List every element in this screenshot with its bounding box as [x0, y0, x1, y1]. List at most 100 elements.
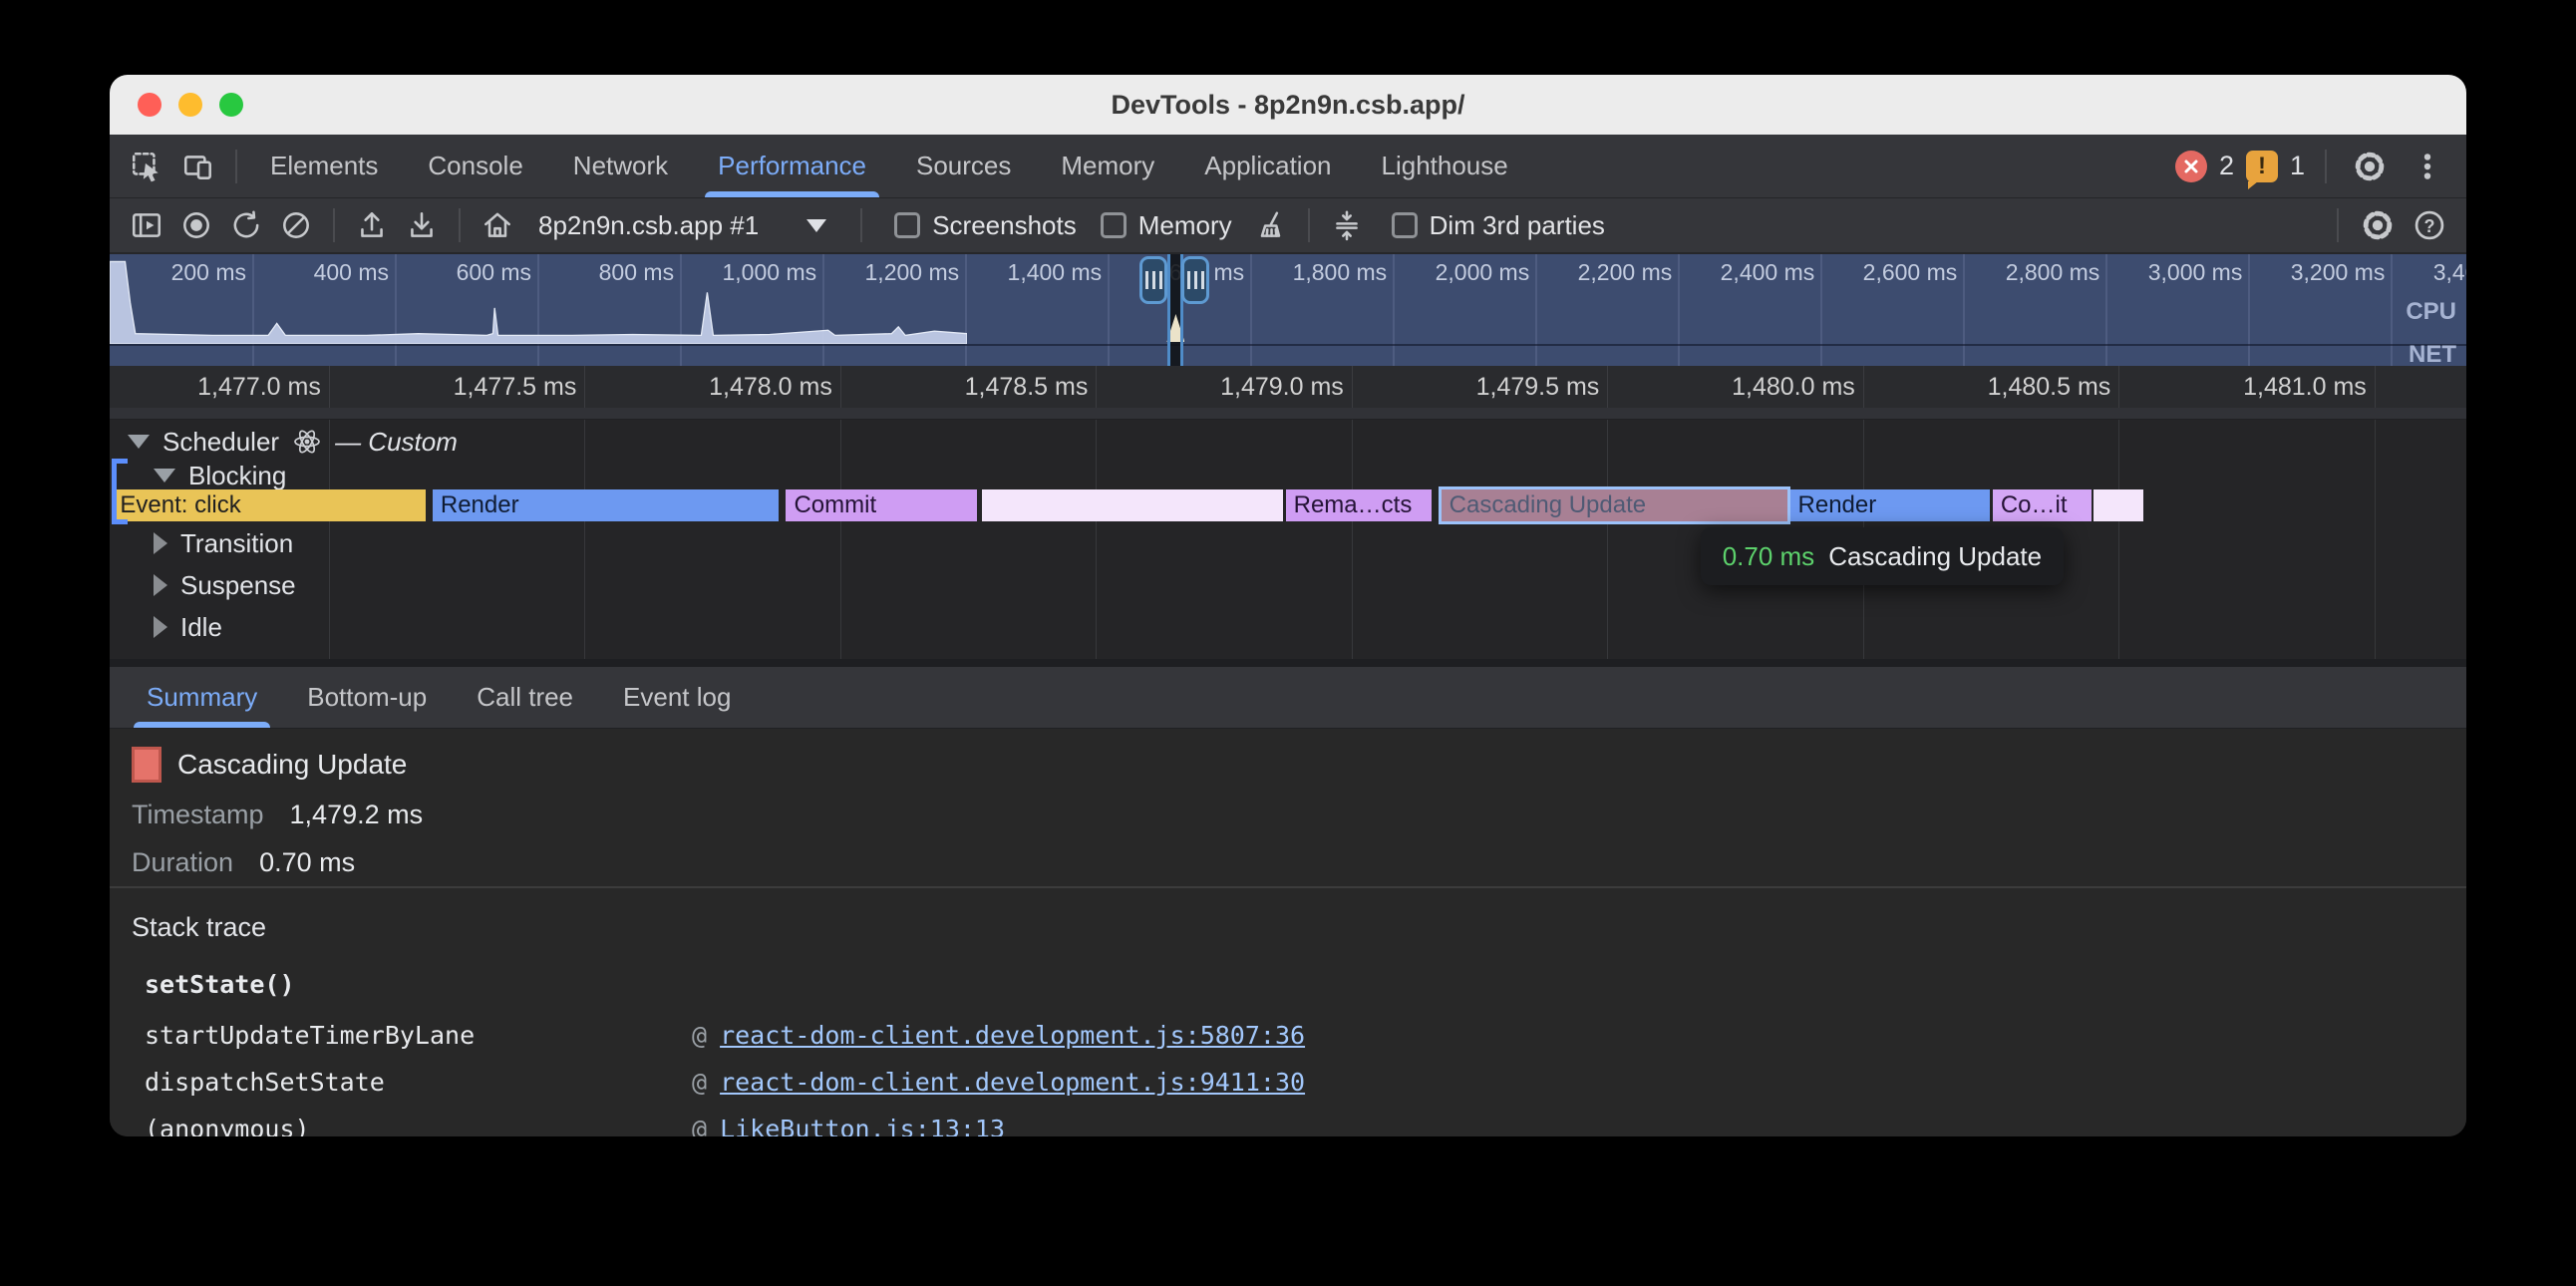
stack-frame-at: @ — [692, 1115, 707, 1136]
source-location-link[interactable]: LikeButton.js:13:13 — [720, 1115, 1005, 1136]
flame-bar-item[interactable] — [982, 489, 1284, 521]
track-suspense[interactable]: Suspense — [154, 568, 296, 602]
dim-3rd-parties-toggle[interactable]: Dim 3rd parties — [1392, 210, 1605, 241]
stack-frame-dispatchsetstate: dispatchSetState@react-dom-client.develo… — [132, 1068, 2466, 1098]
memory-checkbox[interactable] — [1101, 212, 1127, 238]
tab-label: Sources — [916, 151, 1011, 181]
summary-row-label: Timestamp — [132, 800, 264, 830]
minimap-tick-label: 2,800 ms — [1940, 259, 2099, 286]
issues-badge[interactable]: ! — [2246, 151, 2278, 182]
tab-memory[interactable]: Memory — [1036, 135, 1179, 197]
flame-bar-render[interactable]: Render — [1790, 489, 1991, 521]
live-metrics-button[interactable] — [477, 205, 518, 245]
flame-bar-item[interactable] — [2093, 489, 2143, 521]
issues-count: 1 — [2290, 151, 2305, 181]
flame-gridline — [2375, 420, 2376, 659]
help-icon: ? — [2412, 207, 2447, 243]
stack-frame-at: @ — [692, 1021, 707, 1051]
tab-elements[interactable]: Elements — [245, 135, 403, 197]
selection-left-handle[interactable] — [1139, 256, 1167, 304]
event-tooltip: 0.70 ms Cascading Update — [1701, 527, 2064, 585]
flame-bar-cascading-update[interactable]: Cascading Update — [1442, 489, 1788, 521]
dim-3rd-parties-checkbox[interactable] — [1392, 212, 1418, 238]
ruler-tick — [1352, 366, 1353, 408]
summary-row-label: Duration — [132, 847, 233, 878]
tab-label: Lighthouse — [1382, 151, 1508, 181]
timeline-overview[interactable]: CPU NET 200 ms400 ms600 ms800 ms1,000 ms… — [110, 254, 2466, 366]
save-profile-button[interactable] — [401, 205, 443, 245]
collapse-triangle-icon[interactable] — [154, 532, 167, 554]
settings-button[interactable] — [2347, 144, 2393, 189]
close-window-button[interactable] — [138, 93, 161, 117]
screenshots-checkbox[interactable] — [894, 212, 920, 238]
tab-summary[interactable]: Summary — [122, 667, 282, 728]
chevron-down-icon[interactable] — [806, 219, 826, 232]
flame-bar-co-it[interactable]: Co…it — [1993, 489, 2092, 521]
stack-frame-anonymous: (anonymous)@LikeButton.js:13:13 — [132, 1115, 2466, 1136]
screenshots-toggle[interactable]: Screenshots — [894, 210, 1077, 241]
toggle-device-toolbar-button[interactable] — [175, 144, 221, 189]
tab-network[interactable]: Network — [548, 135, 693, 197]
reload-icon — [229, 208, 263, 242]
load-profile-button[interactable] — [351, 205, 393, 245]
source-location-link[interactable]: react-dom-client.development.js:9411:30 — [720, 1068, 1305, 1098]
gear-icon — [2360, 207, 2396, 243]
stack-frame-at: @ — [692, 1068, 707, 1098]
tab-call-tree[interactable]: Call tree — [452, 667, 598, 728]
track-transition[interactable]: Transition — [154, 526, 293, 560]
flame-bar-label: Rema…cts — [1294, 491, 1413, 518]
flame-gridline — [840, 420, 841, 659]
clear-button[interactable] — [275, 205, 317, 245]
flame-chart[interactable]: Scheduler — Custom Blocking Event: click… — [110, 420, 2466, 659]
flame-bar-commit[interactable]: Commit — [786, 489, 976, 521]
minimize-window-button[interactable] — [178, 93, 202, 117]
flame-bar-label: Render — [441, 491, 519, 518]
divider — [860, 208, 862, 242]
stack-frame-startupdatetimerbylane: startUpdateTimerByLane@react-dom-client.… — [132, 1021, 2466, 1051]
home-icon — [481, 208, 514, 242]
collect-garbage-button[interactable] — [1250, 205, 1292, 245]
track-idle[interactable]: Idle — [154, 610, 222, 644]
divider — [459, 208, 461, 242]
tab-console[interactable]: Console — [403, 135, 547, 197]
flame-bar-rema-cts[interactable]: Rema…cts — [1286, 489, 1433, 521]
divider — [2337, 208, 2339, 242]
more-options-button[interactable] — [2405, 144, 2450, 189]
zoom-window-button[interactable] — [219, 93, 243, 117]
record-and-reload-button[interactable] — [225, 205, 267, 245]
flame-bar-render[interactable]: Render — [433, 489, 780, 521]
collapse-triangle-icon[interactable] — [154, 574, 167, 596]
record-button[interactable] — [175, 205, 217, 245]
inspect-element-button[interactable] — [124, 144, 169, 189]
tab-sources[interactable]: Sources — [891, 135, 1036, 197]
dim-3rd-parties-label: Dim 3rd parties — [1430, 210, 1605, 241]
target-selector[interactable]: 8p2n9n.csb.app #1 — [538, 210, 759, 241]
summary-row-value: 1,479.2 ms — [290, 800, 424, 830]
capture-settings-button[interactable] — [2357, 205, 2399, 245]
tooltip-label: Cascading Update — [1828, 541, 2042, 572]
expand-triangle-icon[interactable] — [128, 435, 150, 449]
collapse-tracks-button[interactable] — [1326, 205, 1368, 245]
panel-resize-handle[interactable] — [110, 659, 2466, 667]
gear-icon — [2352, 149, 2388, 184]
tab-event-log[interactable]: Event log — [598, 667, 756, 728]
track-scheduler[interactable]: Scheduler — Custom — [128, 425, 458, 459]
tab-application[interactable]: Application — [1179, 135, 1356, 197]
tab-performance[interactable]: Performance — [693, 135, 891, 197]
flame-bar-event-click[interactable]: Event: click — [112, 489, 425, 521]
collapse-triangle-icon[interactable] — [154, 616, 167, 638]
tab-label: Call tree — [477, 682, 573, 713]
tab-bottom-up[interactable]: Bottom-up — [282, 667, 452, 728]
titlebar: DevTools - 8p2n9n.csb.app/ — [110, 75, 2466, 135]
selection-right-handle[interactable] — [1181, 256, 1209, 304]
track-blocking[interactable]: Blocking — [154, 459, 286, 492]
ruler-tick-label: 1,477.0 ms — [122, 366, 321, 408]
memory-toggle[interactable]: Memory — [1101, 210, 1232, 241]
toggle-sidebar-button[interactable] — [126, 205, 167, 245]
help-button[interactable]: ? — [2409, 205, 2450, 245]
source-location-link[interactable]: react-dom-client.development.js:5807:36 — [720, 1021, 1305, 1051]
ruler-tick — [1096, 366, 1097, 408]
error-count-badge[interactable] — [2175, 151, 2207, 182]
expand-triangle-icon[interactable] — [154, 469, 175, 482]
tab-lighthouse[interactable]: Lighthouse — [1357, 135, 1533, 197]
